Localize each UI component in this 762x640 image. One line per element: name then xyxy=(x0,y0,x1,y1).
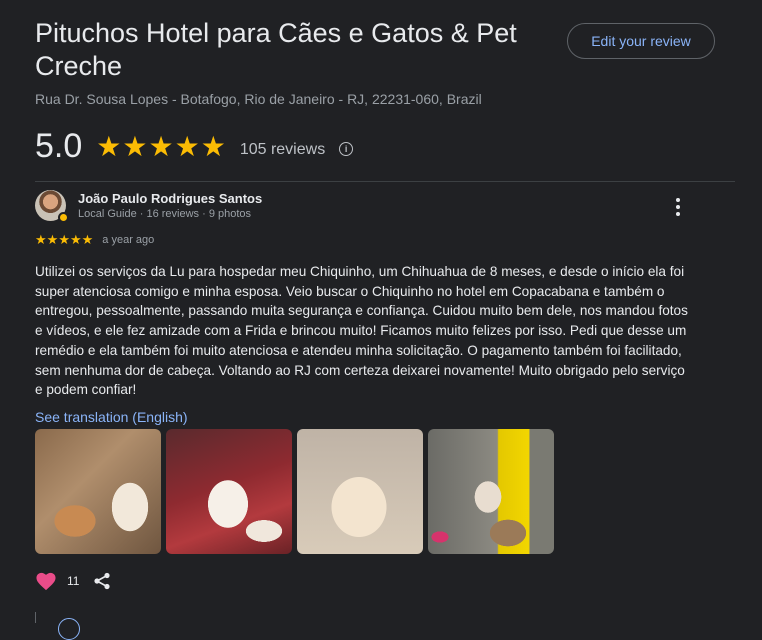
place-address: Rua Dr. Sousa Lopes - Botafogo, Rio de J… xyxy=(35,91,482,107)
rating-summary: 5.0 ★ ★ ★ ★ ★ 105 reviews i xyxy=(35,127,354,166)
star-icon: ★ xyxy=(35,232,47,247)
reviewer-meta: Local Guide · 16 reviews · 9 photos xyxy=(78,208,252,220)
review-time: a year ago xyxy=(102,234,155,246)
review-photo[interactable] xyxy=(35,429,161,554)
star-icon: ★ xyxy=(81,232,94,247)
reviewer-name[interactable]: João Paulo Rodrigues Santos xyxy=(78,191,262,206)
avatar[interactable] xyxy=(58,618,80,640)
see-translation-link[interactable]: See translation (English) xyxy=(35,409,188,425)
star-icon: ★ xyxy=(200,130,226,162)
edit-review-button[interactable]: Edit your review xyxy=(567,23,715,59)
star-icon: ★ xyxy=(46,232,59,247)
star-icon: ★ xyxy=(58,232,70,247)
review-photo[interactable] xyxy=(297,429,423,554)
star-icon: ★ xyxy=(174,130,200,162)
info-icon[interactable]: i xyxy=(339,141,354,156)
review-text: Utilizei os serviços da Lu para hospedar… xyxy=(35,264,688,398)
star-icon: ★ xyxy=(148,130,174,162)
star-icon: ★ xyxy=(122,130,148,162)
divider xyxy=(35,181,735,182)
review-actions: 11 xyxy=(35,571,111,591)
reviewer-header[interactable]: João Paulo Rodrigues Santos Local Guide … xyxy=(35,190,262,223)
review-photo[interactable] xyxy=(428,429,554,554)
review-rating: ★ ★ ★ ★ ★ a year ago xyxy=(35,233,154,247)
review-count: 105 reviews xyxy=(239,140,326,158)
review-photos xyxy=(35,429,554,554)
heart-icon[interactable] xyxy=(35,571,57,591)
more-options-icon[interactable] xyxy=(668,196,688,218)
place-title: Pituchos Hotel para Cães e Gatos & Pet C… xyxy=(35,18,517,81)
rating-value: 5.0 xyxy=(35,127,83,165)
star-icon: ★ xyxy=(69,232,82,247)
avatar[interactable] xyxy=(35,190,69,223)
star-icon: ★ xyxy=(96,130,122,162)
like-count: 11 xyxy=(67,574,80,588)
divider xyxy=(35,612,36,623)
review-photo[interactable] xyxy=(166,429,292,554)
share-icon[interactable] xyxy=(93,572,111,590)
rating-stars: ★ ★ ★ ★ ★ xyxy=(96,130,226,162)
place-header: Pituchos Hotel para Cães e Gatos & Pet C… xyxy=(35,17,555,107)
local-guide-badge-icon xyxy=(58,212,69,223)
